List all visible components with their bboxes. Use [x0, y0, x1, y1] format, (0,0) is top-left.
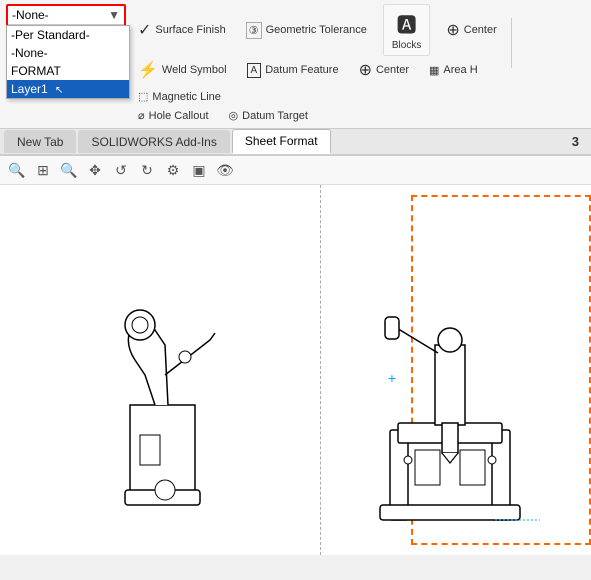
- datum-target-button[interactable]: ◎ Datum Target: [225, 107, 312, 124]
- magnetic-line-label: Magnetic Line: [152, 91, 221, 103]
- surface-finish-label: Surface Finish: [155, 24, 225, 36]
- datum-feature-button[interactable]: A Datum Feature: [243, 61, 343, 80]
- area-hatch-icon: ▦: [429, 64, 439, 77]
- view-cube-icon[interactable]: ▣: [188, 159, 210, 181]
- datum-target-label: Datum Target: [242, 110, 308, 122]
- surface-finish-button[interactable]: ✓ Surface Finish: [134, 18, 230, 42]
- ribbon-row-bottom: ⚡ Weld Symbol A Datum Feature ⊕ Center ▦…: [134, 58, 501, 82]
- geometric-tolerance-icon: ③: [246, 22, 262, 39]
- datum-feature-icon: A: [247, 63, 262, 78]
- tab-number: 3: [564, 130, 587, 153]
- canvas-content: +: [0, 185, 591, 555]
- weld-symbol-label: Weld Symbol: [162, 64, 227, 76]
- weld-symbol-icon: ⚡: [138, 60, 158, 80]
- layer-dropdown-list: -Per Standard- -None- FORMAT Layer1 ↖: [6, 25, 130, 99]
- visibility-icon[interactable]: 👁: [214, 159, 236, 181]
- magnetic-row: ⬚ Magnetic Line: [134, 88, 312, 105]
- tab-new-tab[interactable]: New Tab: [4, 130, 76, 153]
- layer-dropdown-header[interactable]: -None- ▼: [8, 6, 124, 25]
- zoom-icon[interactable]: 🔍: [6, 159, 28, 181]
- dropdown-arrow-icon: ▼: [108, 8, 120, 22]
- undo-icon[interactable]: ↺: [110, 159, 132, 181]
- ribbon-tools-area: ✓ Surface Finish ③ Geometric Tolerance 🅰…: [134, 4, 585, 124]
- tab-sheet-format[interactable]: Sheet Format: [232, 129, 331, 154]
- drawing-toolbar: 🔍 ⊞ 🔍 ✥ ↺ ↻ ⚙ ▣ 👁: [0, 156, 591, 185]
- magnetic-line-button[interactable]: ⬚ Magnetic Line: [134, 88, 225, 105]
- layer-dropdown-value: -None-: [12, 8, 49, 22]
- dropdown-item-none[interactable]: -None-: [7, 44, 129, 62]
- dropdown-item-per-standard[interactable]: -Per Standard-: [7, 26, 129, 44]
- layer-dropdown[interactable]: -None- ▼ -Per Standard- -None- FORMAT La…: [6, 4, 126, 27]
- center-mark-button[interactable]: ⊕ Center: [442, 18, 500, 42]
- drawing-canvas: +: [0, 185, 591, 555]
- tab-solidworks-addins[interactable]: SOLIDWORKS Add-Ins: [78, 130, 229, 153]
- redo-icon[interactable]: ↻: [136, 159, 158, 181]
- magnetic-line-icon: ⬚: [138, 90, 148, 103]
- blocks-icon: 🅰: [397, 9, 417, 38]
- ribbon-row-top: ✓ Surface Finish ③ Geometric Tolerance 🅰…: [134, 4, 501, 56]
- center-line-icon: ⊕: [359, 60, 372, 80]
- hole-callout-icon: ⌀: [138, 109, 145, 122]
- fit-view-icon[interactable]: ⊞: [32, 159, 54, 181]
- tab-bar: New Tab SOLIDWORKS Add-Ins Sheet Format …: [0, 129, 591, 156]
- surface-finish-icon: ✓: [138, 20, 151, 40]
- ribbon-divider: [511, 18, 512, 68]
- geometric-tolerance-label: Geometric Tolerance: [266, 24, 367, 36]
- annotation-tools-section: ✓ Surface Finish ③ Geometric Tolerance 🅰…: [134, 4, 501, 82]
- dropdown-item-format[interactable]: FORMAT: [7, 62, 129, 80]
- area-h-label: Area H: [443, 64, 477, 76]
- area-hatch-button[interactable]: ▦ Area H: [425, 62, 482, 79]
- cursor-icon: ↖: [55, 85, 63, 96]
- center-label1: Center: [464, 24, 497, 36]
- weld-symbol-button[interactable]: ⚡ Weld Symbol: [134, 58, 231, 82]
- dropdown-item-layer1[interactable]: Layer1 ↖: [7, 80, 129, 98]
- ribbon: -None- ▼ -Per Standard- -None- FORMAT La…: [0, 0, 591, 129]
- datum-feature-label: Datum Feature: [265, 64, 338, 76]
- hole-callout-label: Hole Callout: [149, 110, 209, 122]
- hole-callout-button[interactable]: ⌀ Hole Callout: [134, 107, 213, 124]
- center-mark-icon: ⊕: [446, 20, 459, 40]
- center-label2: Center: [376, 64, 409, 76]
- settings-icon[interactable]: ⚙: [162, 159, 184, 181]
- blocks-label: Blocks: [392, 40, 421, 51]
- zoom-in-icon[interactable]: 🔍: [58, 159, 80, 181]
- datum-target-icon: ◎: [229, 109, 239, 122]
- geometric-tolerance-button[interactable]: ③ Geometric Tolerance: [242, 20, 371, 41]
- extra-tools-section: ⬚ Magnetic Line ⌀ Hole Callout ◎ Datum T…: [134, 88, 312, 124]
- hole-row: ⌀ Hole Callout ◎ Datum Target: [134, 107, 312, 124]
- pan-icon[interactable]: ✥: [84, 159, 106, 181]
- blocks-button[interactable]: 🅰 Blocks: [383, 4, 430, 56]
- drawing-svg: [0, 185, 591, 555]
- center-line-button[interactable]: ⊕ Center: [355, 58, 413, 82]
